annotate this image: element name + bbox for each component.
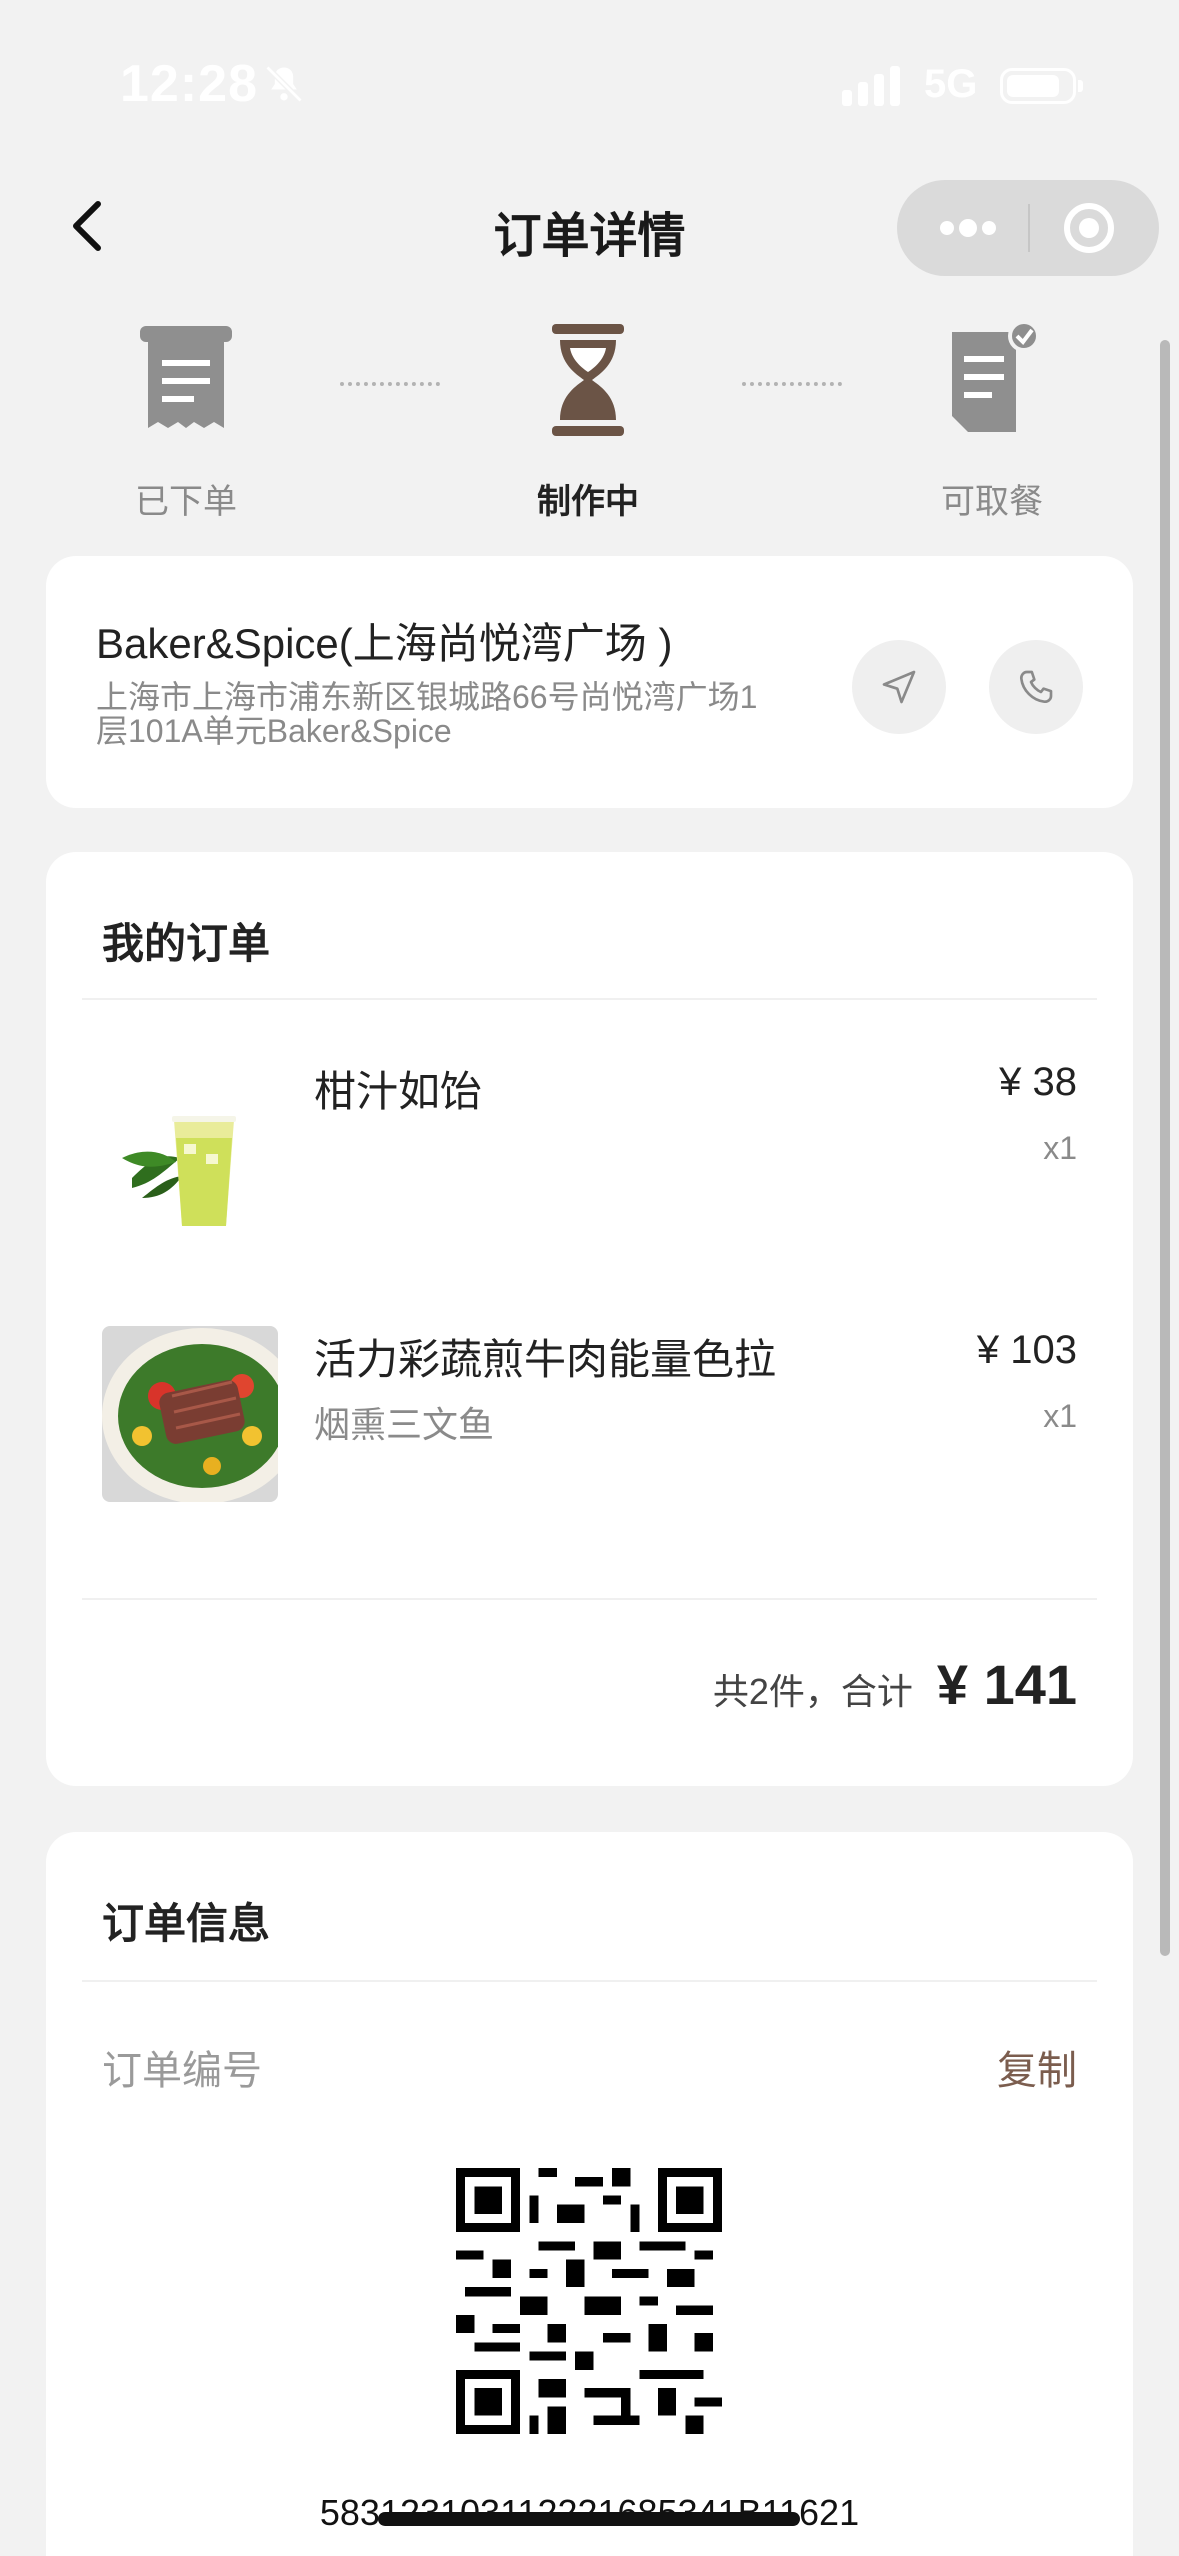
item-price: ¥ 38: [999, 1060, 1077, 1104]
document-check-icon: [952, 320, 1040, 432]
item-quantity: x1: [1043, 1398, 1077, 1434]
step-label-ordered: 已下单: [135, 483, 237, 521]
status-time: 12:28: [120, 55, 258, 113]
item-name: 柑汁如饴: [314, 1068, 483, 1115]
scrollbar[interactable]: [1160, 340, 1170, 1956]
bell-muted-icon: [265, 65, 303, 103]
more-dots-icon[interactable]: [933, 206, 1003, 250]
step-ready: 可取餐: [882, 320, 1102, 523]
order-number-label: 订单编号: [102, 2049, 262, 2093]
order-title: 我的订单: [102, 920, 271, 967]
call-button[interactable]: [989, 640, 1083, 734]
item-spec: 烟熏三文鱼: [314, 1404, 495, 1445]
receipt-icon: [140, 326, 232, 428]
store-address: 上海市上海市浦东新区银城路66号尚悦湾广场1 层101A单元Baker&Spic…: [96, 680, 816, 748]
capsule-divider: [1028, 204, 1030, 252]
step-connector: [340, 382, 440, 386]
order-info-title: 订单信息: [102, 1900, 271, 1947]
store-name: Baker&Spice(上海尚悦湾广场 ): [96, 620, 673, 667]
signal-icon: [842, 66, 900, 106]
order-total: 共2件，合计 ¥ 141: [713, 1652, 1077, 1717]
order-info-card: 订单信息 订单编号 复制 583123103112221685341B11621: [46, 1832, 1133, 2556]
home-indicator: [378, 2512, 800, 2526]
step-connector: [742, 382, 842, 386]
divider: [82, 1980, 1097, 1982]
mini-program-capsule: [897, 180, 1159, 276]
order-card: 我的订单 柑汁如饴 ¥ 38 x1 活力彩蔬煎牛肉能量色拉 烟熏三文鱼 ¥ 10…: [46, 852, 1133, 1786]
step-preparing: 制作中: [478, 320, 698, 523]
order-progress: 已下单 制作中 可取餐: [0, 320, 1179, 523]
qr-code: [456, 2168, 722, 2434]
item-price: ¥ 103: [976, 1328, 1077, 1372]
navigate-icon: [882, 670, 916, 704]
phone-icon: [1019, 670, 1053, 704]
store-card: Baker&Spice(上海尚悦湾广场 ) 上海市上海市浦东新区银城路66号尚悦…: [46, 556, 1133, 808]
battery-icon: [1000, 68, 1083, 104]
copy-button[interactable]: 复制: [997, 2038, 1077, 2096]
step-label-preparing: 制作中: [537, 483, 639, 521]
nav-bar: 订单详情: [0, 170, 1179, 280]
order-item: 活力彩蔬煎牛肉能量色拉 烟熏三文鱼 ¥ 103 x1: [102, 1326, 1077, 1506]
navigate-button[interactable]: [852, 640, 946, 734]
store-address-line1: 上海市上海市浦东新区银城路66号尚悦湾广场1: [96, 679, 758, 715]
total-count: 共2件，合计: [712, 1671, 913, 1712]
item-image-juice: [102, 1058, 278, 1234]
item-name: 活力彩蔬煎牛肉能量色拉: [314, 1336, 777, 1383]
order-item: 柑汁如饴 ¥ 38 x1: [102, 1058, 1077, 1238]
total-sum: ¥ 141: [936, 1653, 1077, 1716]
hourglass-icon: [552, 324, 624, 436]
item-quantity: x1: [1043, 1130, 1077, 1166]
store-address-line2: 层101A单元Baker&Spice: [96, 713, 452, 749]
network-type: 5G: [924, 62, 978, 106]
step-ordered: 已下单: [76, 320, 296, 523]
item-image-salad: [102, 1326, 278, 1502]
divider: [82, 998, 1097, 1000]
status-bar: 12:28 5G: [0, 0, 1179, 170]
target-icon[interactable]: [1063, 202, 1115, 254]
step-label-ready: 可取餐: [941, 483, 1043, 521]
divider: [82, 1598, 1097, 1600]
